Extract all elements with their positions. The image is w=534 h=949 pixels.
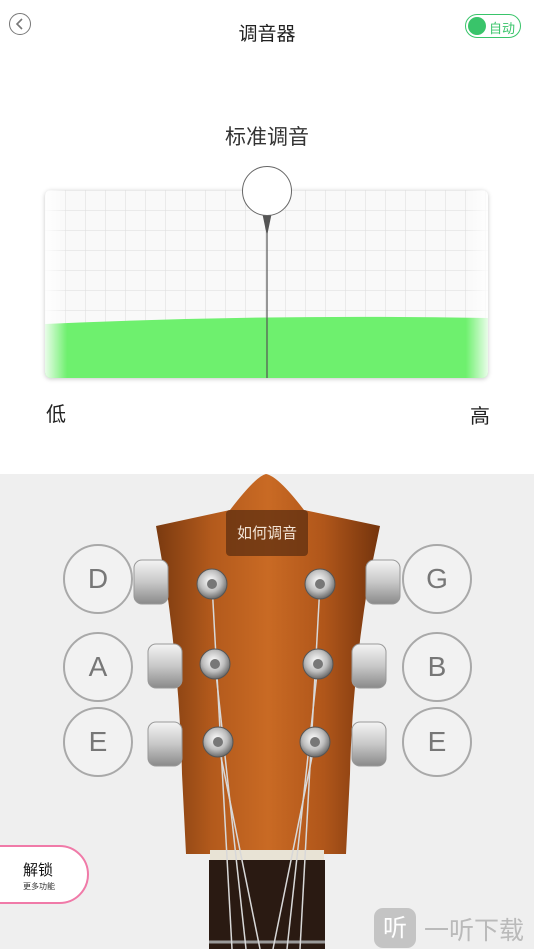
low-pitch-label: 低 [46,402,66,426]
tuning-meter [45,190,488,378]
string-a-button[interactable]: A [63,632,133,702]
toggle-knob [468,17,486,35]
unlock-button[interactable]: 解锁 更多功能 [0,845,89,904]
watermark-text: 一听下载 [424,916,525,945]
string-high-e-button[interactable]: E [402,707,472,777]
string-b-button[interactable]: B [402,632,472,702]
string-g-button[interactable]: G [402,544,472,614]
fretboard [209,860,325,949]
header: 调音器 自动 [0,0,534,60]
watermark-logo-icon: 听 [374,908,416,948]
auto-toggle-label: 自动 [489,22,516,37]
string-d-button[interactable]: D [63,544,133,614]
unlock-sub-label: 更多功能 [23,882,55,891]
watermark: 听 一听下载 [374,908,534,948]
needle-knob [242,166,292,216]
unlock-label: 解锁 [23,861,54,879]
auto-toggle[interactable]: 自动 [465,14,521,38]
how-to-tune-button[interactable]: 如何调音 [226,510,308,556]
high-pitch-label: 高 [470,404,490,428]
string-low-e-button[interactable]: E [63,707,133,777]
page-title: 调音器 [238,23,296,45]
tuning-mode-label[interactable]: 标准调音 [0,121,534,151]
